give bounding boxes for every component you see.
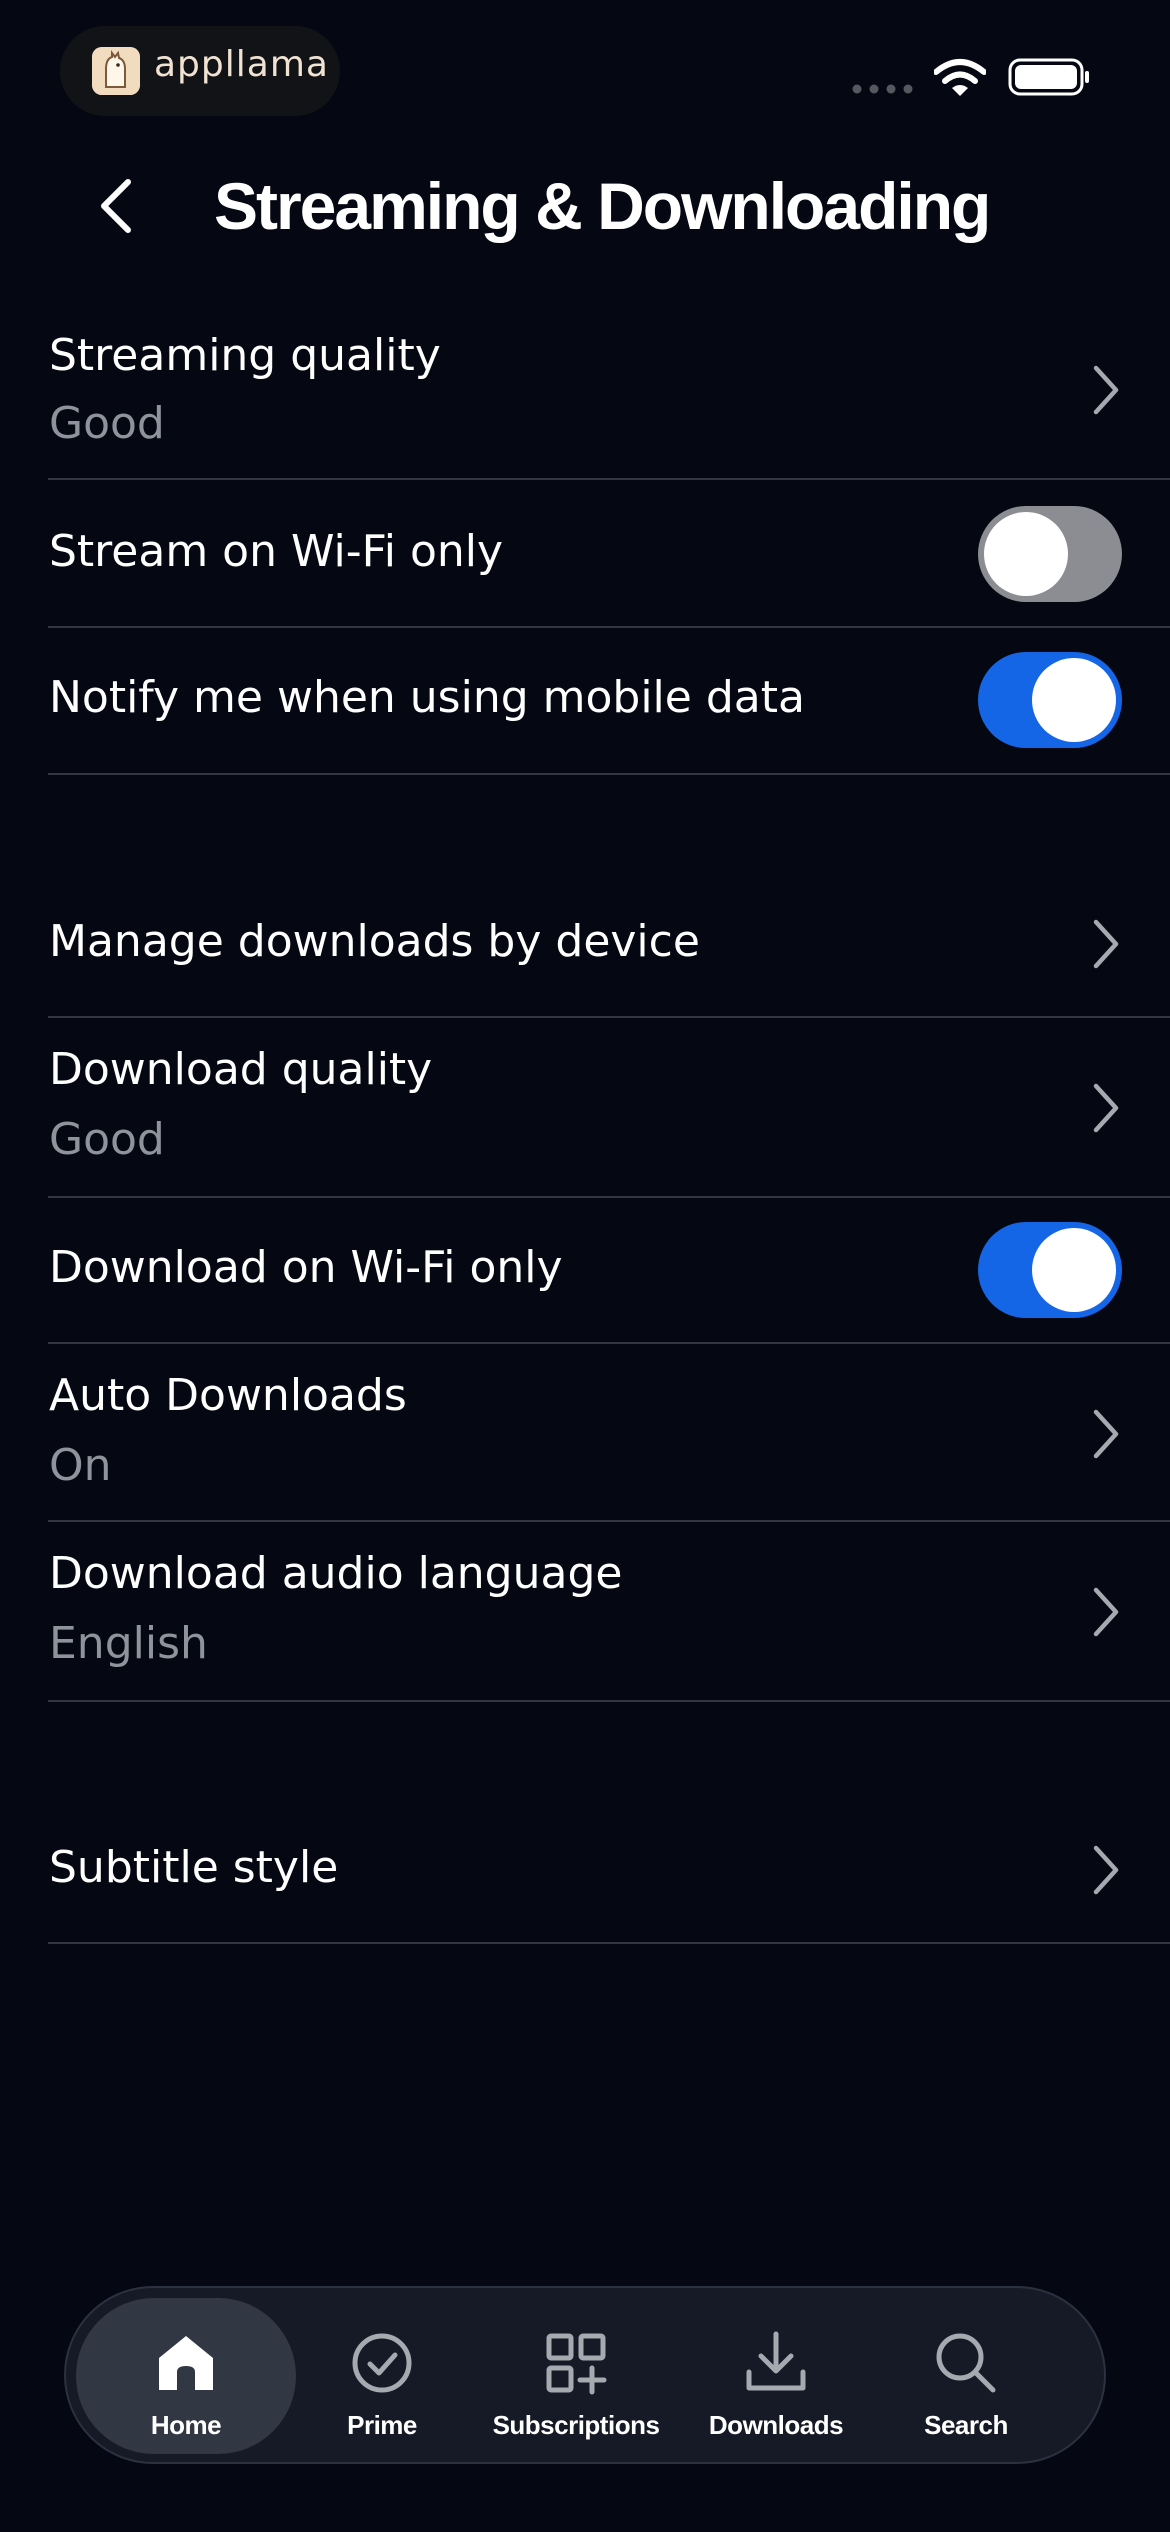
stream-wifi-only-row: Stream on Wi-Fi only xyxy=(48,480,1170,628)
page-title: Streaming & Downloading xyxy=(214,169,991,243)
wifi-icon xyxy=(934,59,986,96)
back-button[interactable] xyxy=(84,166,144,246)
battery-icon xyxy=(1008,58,1089,96)
nav-search-label: Search xyxy=(924,2410,1008,2440)
download-audio-language-row[interactable]: Download audio language English xyxy=(48,1522,1170,1702)
stream-wifi-only-label: Stream on Wi-Fi only xyxy=(49,526,504,577)
home-icon xyxy=(159,2336,213,2390)
toggle-knob xyxy=(1032,1228,1116,1312)
download-wifi-only-row: Download on Wi-Fi only xyxy=(48,1198,1170,1344)
streaming-quality-row[interactable]: Streaming quality Good xyxy=(48,300,1170,480)
subtitle-style-row[interactable]: Subtitle style xyxy=(48,1796,1170,1944)
nav-prime-label: Prime xyxy=(347,2410,417,2440)
stream-wifi-only-toggle[interactable] xyxy=(978,506,1122,602)
notify-mobile-data-toggle[interactable] xyxy=(978,652,1122,748)
streaming-quality-label: Streaming quality xyxy=(49,330,441,381)
notify-mobile-data-row: Notify me when using mobile data xyxy=(48,628,1170,775)
nav-subscriptions-label: Subscriptions xyxy=(492,2410,660,2440)
auto-downloads-value: On xyxy=(49,1440,112,1491)
download-wifi-only-toggle[interactable] xyxy=(978,1222,1122,1318)
brand-name: appllama xyxy=(154,44,329,85)
nav-home[interactable]: Home xyxy=(76,2298,296,2454)
toggle-knob xyxy=(984,512,1068,596)
search-icon xyxy=(936,2333,996,2393)
chevron-right-icon xyxy=(1093,365,1119,415)
chevron-right-icon xyxy=(1093,1409,1119,1459)
check-circle-icon xyxy=(352,2333,412,2393)
chevron-right-icon xyxy=(1093,919,1119,969)
auto-downloads-row[interactable]: Auto Downloads On xyxy=(48,1344,1170,1522)
llama-logo-icon xyxy=(92,47,140,95)
status-bar: appllama xyxy=(0,0,1170,150)
notify-mobile-data-label: Notify me when using mobile data xyxy=(49,672,805,723)
manage-downloads-label: Manage downloads by device xyxy=(49,916,700,967)
nav-subscriptions[interactable]: Subscriptions xyxy=(476,2298,676,2454)
download-quality-row[interactable]: Download quality Good xyxy=(48,1018,1170,1198)
chevron-right-icon xyxy=(1093,1587,1119,1637)
download-audio-language-label: Download audio language xyxy=(49,1548,623,1599)
toggle-knob xyxy=(1032,658,1116,742)
download-icon xyxy=(746,2331,806,2391)
brand-pill: appllama xyxy=(60,26,340,116)
nav-home-label: Home xyxy=(150,2410,222,2440)
bottom-nav: Home Prime Subscriptions Downloads Searc… xyxy=(64,2286,1106,2464)
grid-plus-icon xyxy=(546,2333,607,2395)
chevron-right-icon xyxy=(1093,1845,1119,1895)
download-audio-language-value: English xyxy=(49,1618,208,1669)
streaming-quality-value: Good xyxy=(49,398,165,449)
download-wifi-only-label: Download on Wi-Fi only xyxy=(49,1242,563,1293)
nav-prime[interactable]: Prime xyxy=(302,2298,462,2454)
chevron-left-icon xyxy=(101,179,131,233)
nav-downloads-label: Downloads xyxy=(708,2410,844,2440)
nav-search[interactable]: Search xyxy=(886,2298,1046,2454)
download-quality-label: Download quality xyxy=(49,1044,433,1095)
nav-downloads[interactable]: Downloads xyxy=(686,2298,866,2454)
download-quality-value: Good xyxy=(49,1114,165,1165)
signal-dots-icon xyxy=(852,84,913,94)
auto-downloads-label: Auto Downloads xyxy=(49,1370,407,1421)
manage-downloads-row[interactable]: Manage downloads by device xyxy=(48,870,1170,1018)
chevron-right-icon xyxy=(1093,1083,1119,1133)
subtitle-style-label: Subtitle style xyxy=(49,1842,339,1893)
